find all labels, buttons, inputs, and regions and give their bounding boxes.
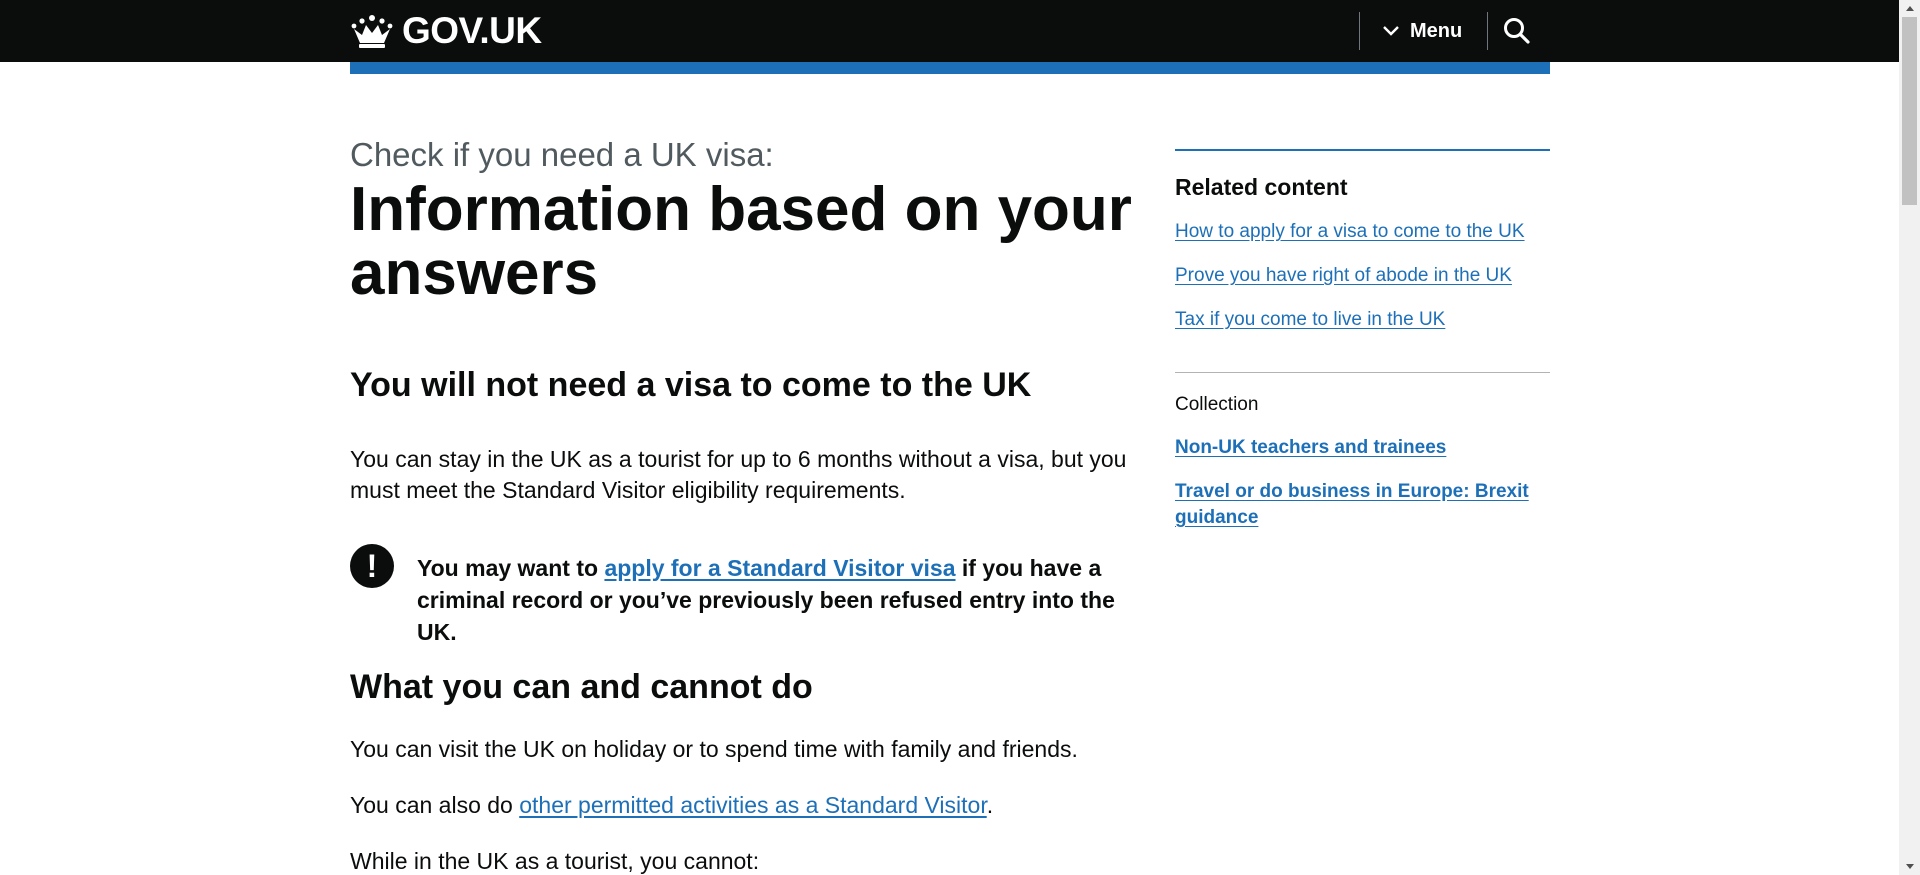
logo-text: GOV.UK xyxy=(402,10,542,51)
standard-visitor-visa-link[interactable]: apply for a Standard Visitor visa xyxy=(604,555,955,581)
sidebar-divider xyxy=(1175,372,1550,373)
search-icon xyxy=(1504,18,1530,44)
list-item: How to apply for a visa to come to the U… xyxy=(1175,221,1525,265)
brand-colour-bar xyxy=(350,62,1550,74)
scroll-down-button[interactable] xyxy=(1899,858,1920,875)
visit-paragraph: You can visit the UK on holiday or to sp… xyxy=(350,736,1078,762)
cannot-intro: While in the UK as a tourist, you cannot… xyxy=(350,848,760,874)
vertical-scrollbar[interactable] xyxy=(1899,0,1920,875)
also-prefix: You can also do xyxy=(350,792,520,818)
section-heading: What you can and cannot do xyxy=(350,668,813,706)
related-links-list: How to apply for a visa to come to the U… xyxy=(1175,221,1525,353)
list-item: Tax if you come to live in the UK xyxy=(1175,309,1525,353)
header-divider xyxy=(1359,12,1360,50)
arrow-up-icon xyxy=(1905,6,1914,11)
crown-icon xyxy=(351,15,393,48)
list-item: Travel or do business in Europe: Brexit … xyxy=(1175,479,1550,531)
sidebar-top-rule xyxy=(1175,149,1550,151)
permitted-activities-link[interactable]: other permitted activities as a Standard… xyxy=(519,792,986,818)
exclamation-icon: ! xyxy=(350,544,394,588)
related-link-tax[interactable]: Tax if you come to live in the UK xyxy=(1175,309,1445,330)
list-item: Non-UK teachers and trainees xyxy=(1175,435,1550,461)
collection-links-list: Non-UK teachers and trainees Travel or d… xyxy=(1175,435,1550,549)
related-link-apply-visa[interactable]: How to apply for a visa to come to the U… xyxy=(1175,221,1525,242)
also-suffix: . xyxy=(986,792,994,818)
page-caption: Check if you need a UK visa: xyxy=(350,136,774,173)
menu-label: Menu xyxy=(1410,19,1463,42)
warning-text: You may want to apply for a Standard Vis… xyxy=(417,552,1137,648)
collection-link-teachers[interactable]: Non-UK teachers and trainees xyxy=(1175,437,1446,458)
page: GOV.UK Menu Check if you need a UK visa:… xyxy=(0,0,1920,875)
collection-link-brexit[interactable]: Travel or do business in Europe: Brexit … xyxy=(1175,481,1529,528)
menu-button[interactable]: Menu xyxy=(1382,14,1462,48)
permitted-activities-paragraph: You can also do other permitted activiti… xyxy=(350,790,1135,821)
collection-label: Collection xyxy=(1175,394,1259,415)
site-header: GOV.UK Menu xyxy=(0,0,1899,62)
intro-paragraph: You can stay in the UK as a tourist for … xyxy=(350,446,1127,503)
page-title: Information based on your answers xyxy=(350,175,1132,308)
govuk-logo-link[interactable]: GOV.UK xyxy=(350,8,542,54)
scroll-up-button[interactable] xyxy=(1899,0,1920,17)
scrollbar-thumb[interactable] xyxy=(1902,17,1917,205)
chevron-down-icon xyxy=(1383,26,1399,36)
related-link-right-of-abode[interactable]: Prove you have right of abode in the UK xyxy=(1175,265,1512,286)
arrow-down-icon xyxy=(1905,864,1914,869)
list-item: Prove you have right of abode in the UK xyxy=(1175,265,1525,309)
result-heading: You will not need a visa to come to the … xyxy=(350,366,1032,404)
warning-prefix: You may want to xyxy=(417,555,605,581)
header-divider xyxy=(1487,12,1488,50)
search-button[interactable] xyxy=(1502,16,1532,46)
related-content-heading: Related content xyxy=(1175,174,1348,200)
